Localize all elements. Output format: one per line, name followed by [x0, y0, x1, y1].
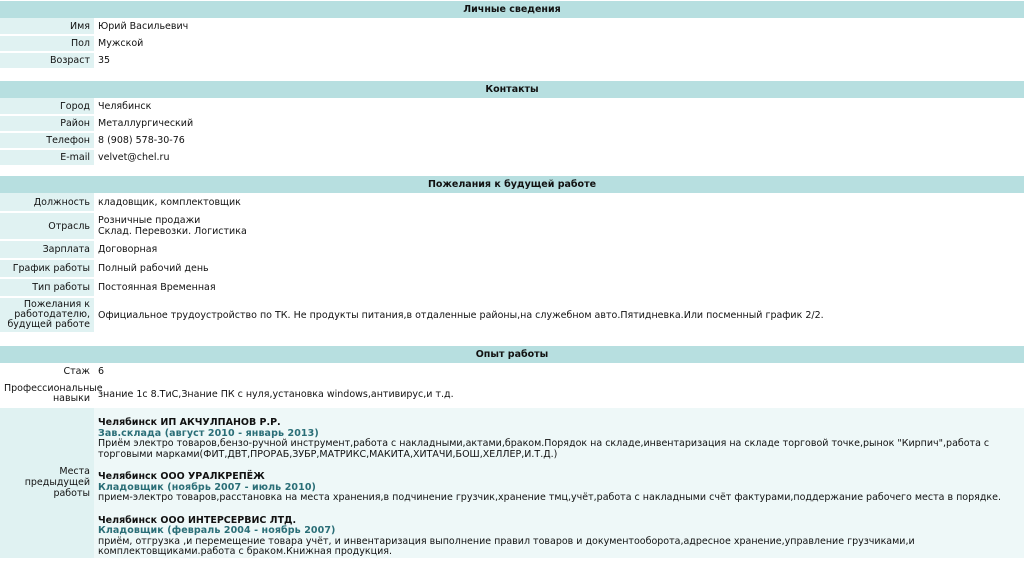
jobs-list: Челябинск ИП АКЧУЛПАНОВ Р.Р. Зав.склада …	[94, 408, 1024, 558]
field-value: Металлургический	[94, 115, 1024, 132]
personal-section: Личные сведения Имя Юрий Васильевич Пол …	[0, 1, 1024, 70]
job-entry: Челябинск ООО ИНТЕРСЕРВИС ЛТД. Кладовщик…	[98, 515, 1020, 558]
field-value: Мужской	[94, 35, 1024, 52]
table-row: Зарплата Договорная	[0, 240, 1024, 260]
field-value: Юрий Васильевич	[94, 18, 1024, 35]
field-value: Полный рабочий день	[94, 259, 1024, 278]
field-value: Официальное трудоустройство по ТК. Не пр…	[94, 297, 1024, 333]
field-label: Должность	[0, 193, 94, 213]
experience-table: Стаж 6 Профессиональные навыки знание 1с…	[0, 363, 1024, 558]
table-row: Профессиональные навыки знание 1с 8.ТиС,…	[0, 380, 1024, 408]
industry-line: Склад. Перевозки. Логистика	[98, 226, 247, 237]
industry-line: Розничные продажи	[98, 215, 201, 226]
job-company: Челябинск ООО УРАЛКРЕПЁЖ	[98, 471, 265, 482]
field-value: Розничные продажи Склад. Перевозки. Логи…	[94, 212, 1024, 240]
table-row: Места предыдущей работы Челябинск ИП АКЧ…	[0, 408, 1024, 558]
experience-section: Опыт работы Стаж 6 Профессиональные навы…	[0, 346, 1024, 558]
field-value: Челябинск	[94, 98, 1024, 115]
table-row: Имя Юрий Васильевич	[0, 18, 1024, 36]
field-value: 8 (908) 578-30-76	[94, 132, 1024, 149]
field-label: График работы	[0, 259, 94, 279]
wishes-section: Пожелания к будущей работе Должность кла…	[0, 176, 1024, 334]
job-description: Приём электро товаров,бензо-ручной инстр…	[98, 438, 990, 460]
field-label: Город	[0, 98, 94, 116]
field-label: Пожелания к работодателю, будущей работе	[0, 297, 94, 334]
table-row: Тип работы Постоянная Временная	[0, 278, 1024, 298]
table-row: Пол Мужской	[0, 35, 1024, 53]
field-label: Зарплата	[0, 240, 94, 260]
field-label: Возраст	[0, 52, 94, 70]
table-row: Пожелания к работодателю, будущей работе…	[0, 297, 1024, 334]
field-value: Постоянная Временная	[94, 278, 1024, 297]
table-row: Должность кладовщик, комплектовщик	[0, 193, 1024, 213]
field-label: Профессиональные навыки	[0, 380, 103, 408]
wishes-table: Должность кладовщик, комплектовщик Отрас…	[0, 193, 1024, 334]
field-label: E-mail	[0, 149, 94, 167]
job-entry: Челябинск ИП АКЧУЛПАНОВ Р.Р. Зав.склада …	[98, 417, 1020, 460]
table-row: Возраст 35	[0, 52, 1024, 70]
table-row: Телефон 8 (908) 578-30-76	[0, 132, 1024, 150]
field-label: Тип работы	[0, 278, 94, 298]
personal-table: Имя Юрий Васильевич Пол Мужской Возраст …	[0, 18, 1024, 70]
wishes-header: Пожелания к будущей работе	[0, 176, 1024, 193]
personal-header: Личные сведения	[0, 1, 1024, 18]
field-value: 35	[94, 52, 1024, 69]
job-description: приём, отгрузка ,и перемещение товара уч…	[98, 535, 915, 557]
job-company: Челябинск ИП АКЧУЛПАНОВ Р.Р.	[98, 417, 281, 428]
table-row: Стаж 6	[0, 363, 1024, 380]
table-row: Город Челябинск	[0, 98, 1024, 116]
job-description: прием-электро товаров,расстановка на мес…	[98, 492, 1002, 503]
table-row: E-mail velvet@chel.ru	[0, 149, 1024, 167]
table-row: Отрасль Розничные продажи Склад. Перевоз…	[0, 212, 1024, 241]
email-link[interactable]: velvet@chel.ru	[94, 149, 1024, 166]
contacts-header: Контакты	[0, 81, 1024, 98]
table-row: График работы Полный рабочий день	[0, 259, 1024, 279]
job-position: Кладовщик (февраль 2004 - ноябрь 2007)	[98, 525, 336, 536]
contacts-section: Контакты Город Челябинск Район Металлург…	[0, 81, 1024, 167]
field-label: Район	[0, 115, 94, 133]
job-entry: Челябинск ООО УРАЛКРЕПЁЖ Кладовщик (нояб…	[98, 471, 1020, 504]
field-label: Стаж	[0, 363, 94, 380]
field-value: Договорная	[94, 240, 1024, 259]
field-label: Пол	[0, 35, 94, 53]
field-label: Отрасль	[0, 212, 94, 241]
field-label: Телефон	[0, 132, 94, 150]
field-label: Имя	[0, 18, 94, 36]
field-label: Места предыдущей работы	[0, 408, 94, 558]
table-row: Район Металлургический	[0, 115, 1024, 133]
experience-header: Опыт работы	[0, 346, 1024, 363]
field-value: кладовщик, комплектовщик	[94, 193, 1024, 212]
field-value: знание 1с 8.ТиС,Знание ПК с нуля,установ…	[94, 380, 1024, 408]
contacts-table: Город Челябинск Район Металлургический Т…	[0, 98, 1024, 167]
field-value: 6	[94, 363, 1024, 380]
